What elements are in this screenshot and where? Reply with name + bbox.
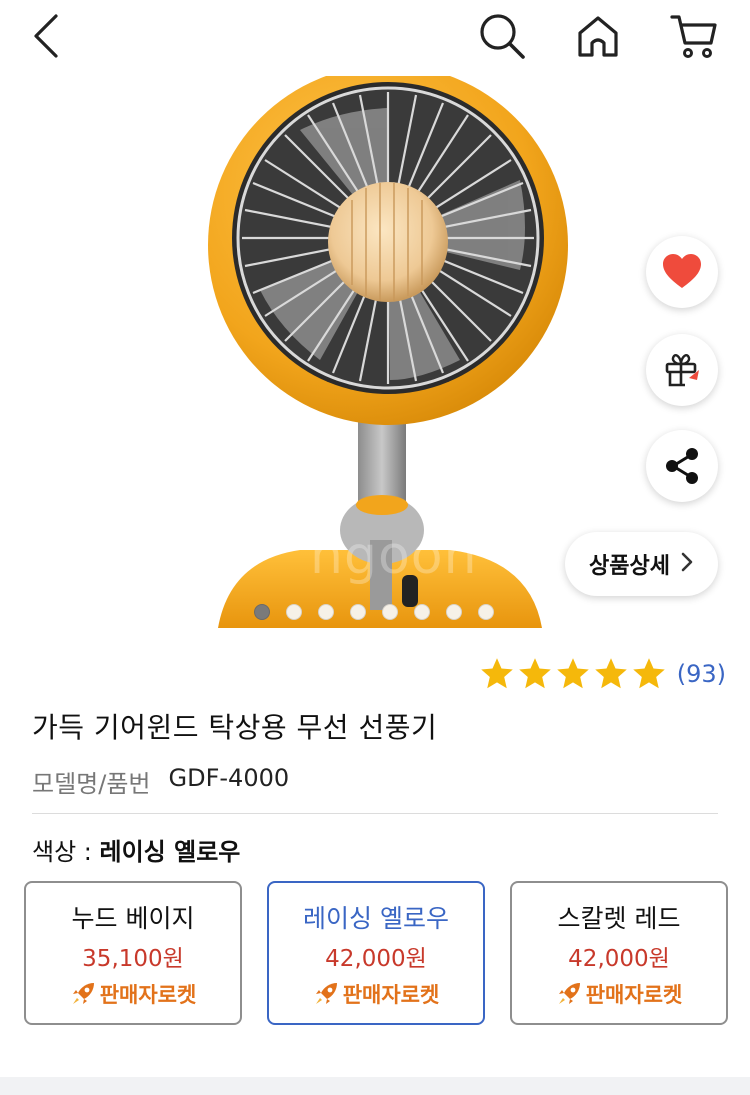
watermark: ngoon bbox=[310, 526, 478, 586]
rocket-icon bbox=[558, 983, 580, 1004]
share-button[interactable] bbox=[646, 430, 718, 502]
share-icon bbox=[666, 448, 698, 484]
section-separator bbox=[0, 1077, 750, 1095]
star-icon bbox=[556, 658, 589, 689]
chevron-right-icon bbox=[680, 551, 694, 578]
seller-rocket-badge: 판매자로켓 bbox=[70, 979, 197, 1009]
rating-summary[interactable]: (93) bbox=[479, 656, 726, 692]
option-price: 42,000원 bbox=[325, 946, 427, 972]
gallery-dot[interactable] bbox=[414, 604, 430, 620]
home-icon[interactable] bbox=[570, 8, 626, 64]
gallery-dot[interactable] bbox=[446, 604, 462, 620]
product-detail-button[interactable]: 상품상세 bbox=[565, 532, 718, 596]
cart-icon[interactable] bbox=[666, 8, 722, 64]
gallery-dot[interactable] bbox=[318, 604, 334, 620]
gallery-dot[interactable] bbox=[382, 604, 398, 620]
option-name: 누드 베이지 bbox=[71, 904, 195, 933]
color-option-nude-beige[interactable]: 누드 베이지 35,100원 판매자로켓 bbox=[24, 881, 242, 1025]
color-option-scarlet-red[interactable]: 스칼렛 레드 42,000원 판매자로켓 bbox=[510, 881, 728, 1025]
rocket-label: 판매자로켓 bbox=[585, 983, 683, 1007]
product-title: 가득 기어윈드 탁상용 무선 선풍기 bbox=[32, 711, 438, 744]
gallery-dot[interactable] bbox=[254, 604, 270, 620]
gift-icon bbox=[665, 354, 699, 387]
gallery-dot[interactable] bbox=[478, 604, 494, 620]
rocket-icon bbox=[72, 983, 94, 1004]
star-icon bbox=[594, 658, 627, 689]
seller-rocket-badge: 판매자로켓 bbox=[313, 979, 440, 1009]
gallery-pagination bbox=[254, 604, 494, 620]
gallery-dot[interactable] bbox=[350, 604, 366, 620]
color-options: 누드 베이지 35,100원 판매자로켓 레이싱 옐로우 42,000원 판매자… bbox=[24, 881, 728, 1025]
star-icon bbox=[480, 658, 513, 689]
rocket-icon bbox=[315, 983, 337, 1004]
review-count[interactable]: (93) bbox=[677, 660, 726, 688]
option-name: 레이싱 옐로우 bbox=[303, 904, 449, 933]
option-price: 35,100원 bbox=[82, 946, 184, 972]
star-icon bbox=[632, 658, 665, 689]
divider bbox=[32, 813, 718, 814]
option-price: 42,000원 bbox=[568, 946, 670, 972]
model-number-row: 모델명/품번 GDF-4000 bbox=[32, 764, 289, 799]
model-value: GDF-4000 bbox=[168, 764, 290, 792]
like-button[interactable] bbox=[646, 236, 718, 308]
search-icon[interactable] bbox=[474, 8, 530, 64]
model-label: 모델명/품번 bbox=[32, 770, 151, 798]
gift-button[interactable] bbox=[646, 334, 718, 406]
option-name: 스칼렛 레드 bbox=[557, 904, 681, 933]
gallery-dot[interactable] bbox=[286, 604, 302, 620]
top-navigation-bar bbox=[0, 0, 750, 72]
color-selection-label: 색상 : 레이싱 옐로우 bbox=[32, 832, 240, 867]
rocket-label: 판매자로켓 bbox=[99, 983, 197, 1007]
color-label: 색상 : bbox=[32, 838, 100, 866]
rocket-label: 판매자로켓 bbox=[342, 983, 440, 1007]
star-icon bbox=[518, 658, 551, 689]
selected-color: 레이싱 옐로우 bbox=[99, 838, 241, 866]
seller-rocket-badge: 판매자로켓 bbox=[556, 979, 683, 1009]
heart-icon bbox=[663, 254, 701, 288]
chevron-left-icon[interactable] bbox=[18, 8, 74, 64]
product-detail-label: 상품상세 bbox=[589, 554, 670, 579]
color-option-racing-yellow[interactable]: 레이싱 옐로우 42,000원 판매자로켓 bbox=[267, 881, 485, 1025]
